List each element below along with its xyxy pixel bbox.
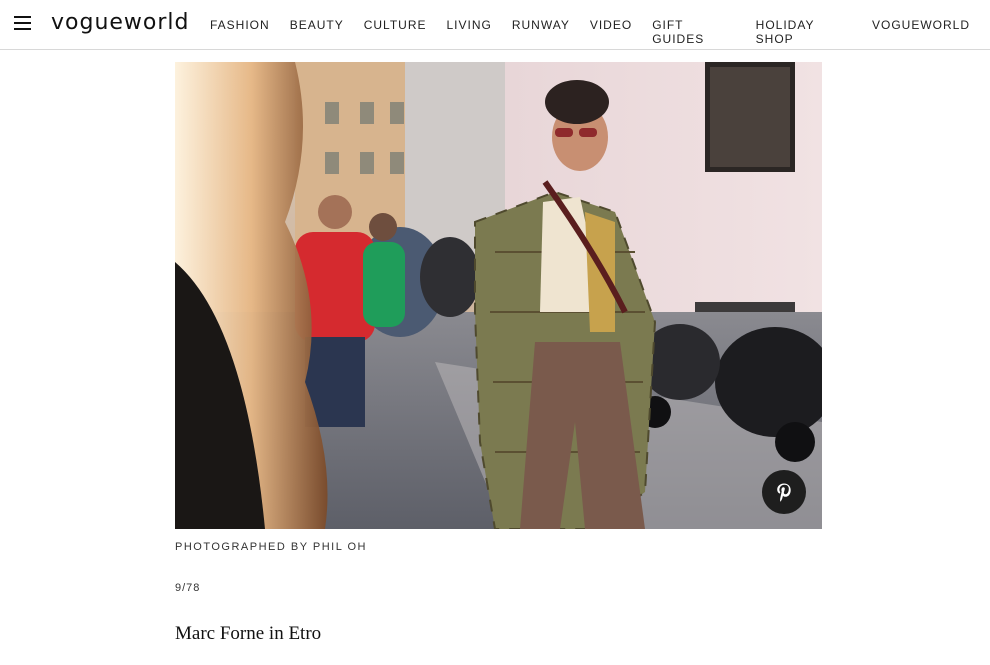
nav-item-culture[interactable]: CULTURE xyxy=(364,18,427,46)
street-style-photo xyxy=(175,62,822,529)
photo-credit: PHOTOGRAPHED BY PHIL OH xyxy=(175,541,368,553)
nav-item-gift-guides[interactable]: GIFT GUIDES xyxy=(652,18,735,46)
nav-item-beauty[interactable]: BEAUTY xyxy=(290,18,344,46)
slide-counter: 9/78 xyxy=(175,582,201,594)
site-logo[interactable]: vogueworld xyxy=(51,10,190,35)
hamburger-menu-icon[interactable] xyxy=(14,16,32,30)
slide-caption: Marc Forne in Etro xyxy=(175,623,322,644)
gallery-photo[interactable] xyxy=(175,62,822,529)
nav-item-video[interactable]: VIDEO xyxy=(590,18,632,46)
nav-item-holiday-shop[interactable]: HOLIDAY SHOP xyxy=(756,18,852,46)
main-nav: FASHION BEAUTY CULTURE LIVING RUNWAY VID… xyxy=(210,18,990,46)
nav-item-fashion[interactable]: FASHION xyxy=(210,18,270,46)
nav-item-runway[interactable]: RUNWAY xyxy=(512,18,570,46)
nav-item-vogueworld[interactable]: VOGUEWORLD xyxy=(872,18,970,46)
top-navigation-bar: vogueworld FASHION BEAUTY CULTURE LIVING… xyxy=(0,0,990,50)
pinterest-share-button[interactable] xyxy=(762,470,806,514)
nav-item-living[interactable]: LIVING xyxy=(446,18,491,46)
pinterest-icon xyxy=(777,483,791,502)
